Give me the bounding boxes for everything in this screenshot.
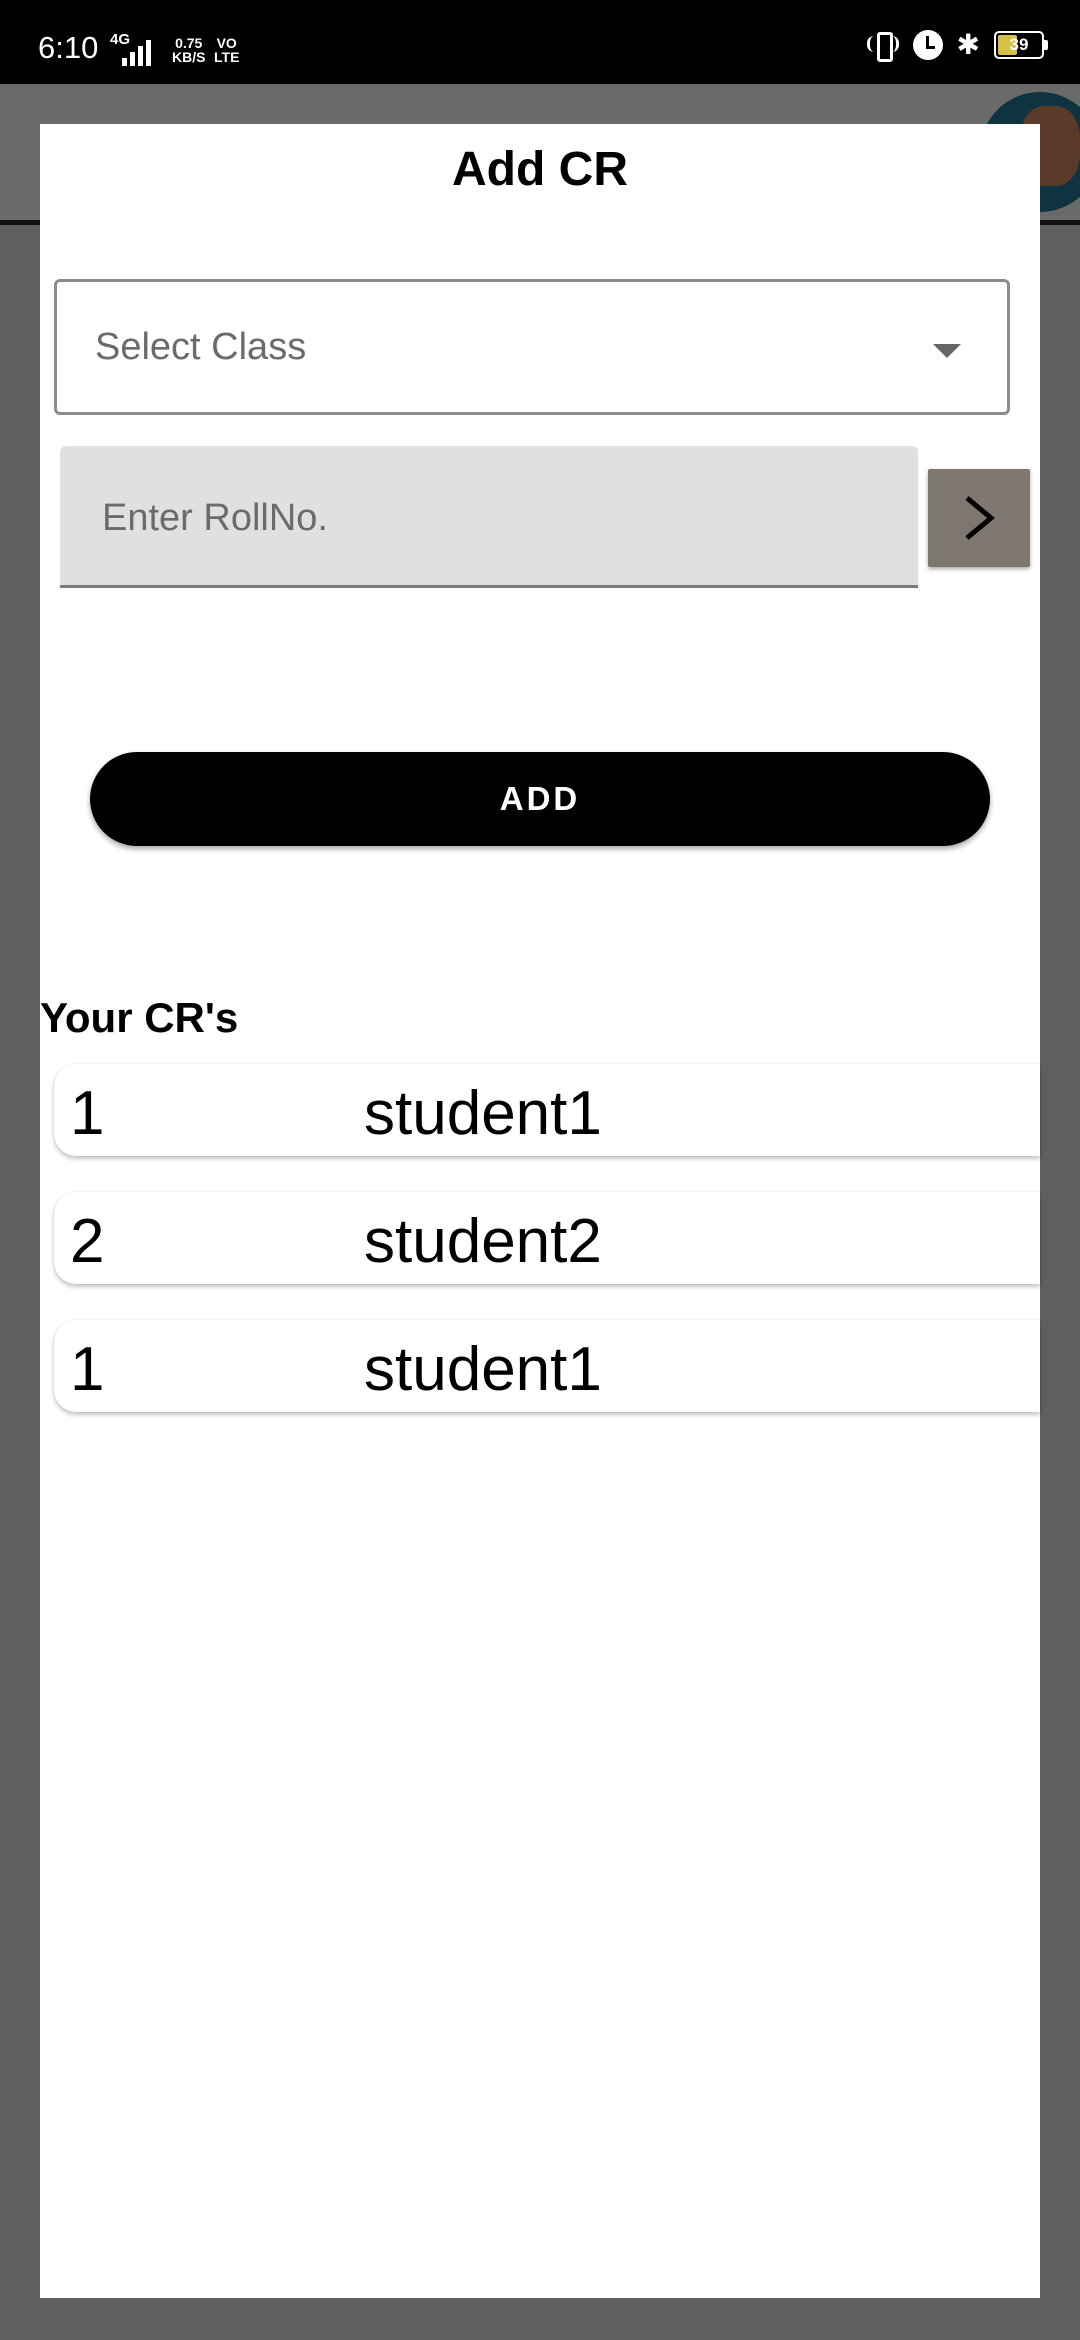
- network-speed-unit: KB/S: [172, 49, 206, 65]
- add-cr-dialog: Add CR Select Class ADD Your CR's 1 stud…: [40, 124, 1040, 2298]
- cr-roll-number: 2: [70, 1207, 105, 1276]
- cr-roll-number: 1: [70, 1335, 105, 1404]
- cr-student-name: student1: [364, 1335, 602, 1404]
- select-class-label: Select Class: [95, 326, 307, 368]
- roll-number-field[interactable]: [60, 446, 918, 588]
- status-time: 6:10: [38, 30, 99, 65]
- your-crs-title: Your CR's: [40, 994, 239, 1041]
- alarm-icon: [912, 30, 943, 60]
- network-speed-value: 0.75: [175, 35, 203, 51]
- submit-roll-button[interactable]: [928, 469, 1030, 567]
- chevron-right-icon: [965, 496, 995, 540]
- cr-student-name: student2: [364, 1207, 602, 1276]
- cr-list-item[interactable]: 2 student2: [54, 1192, 1040, 1284]
- select-class-dropdown[interactable]: Select Class: [54, 279, 1010, 415]
- volte-bottom: LTE: [214, 49, 240, 65]
- status-bar: 6:10 4G 0.75 KB/S VO LTE ✱ 39: [0, 0, 1080, 84]
- status-icons: ✱ 39: [866, 29, 1048, 62]
- cr-list: 1 student1 2 student2 1 student1: [54, 1064, 1040, 1448]
- volte-indicator: VO LTE: [214, 36, 239, 64]
- cr-student-name: student1: [364, 1079, 602, 1148]
- battery-level: 39: [1009, 35, 1029, 54]
- add-button[interactable]: ADD: [90, 752, 990, 846]
- dropdown-arrow-icon: [933, 344, 961, 358]
- battery-icon: 39: [994, 31, 1048, 59]
- volte-top: VO: [216, 35, 237, 51]
- cr-roll-number: 1: [70, 1079, 105, 1148]
- network-speed: 0.75 KB/S: [172, 36, 205, 64]
- cr-list-item[interactable]: 1 student1: [54, 1320, 1040, 1412]
- roll-number-input[interactable]: [100, 492, 864, 544]
- vibrate-icon: [866, 30, 899, 62]
- cr-list-item[interactable]: 1 student1: [54, 1064, 1040, 1156]
- signal-icon: [122, 36, 151, 66]
- dialog-title: Add CR: [452, 143, 628, 196]
- bluetooth-icon: ✱: [956, 29, 980, 60]
